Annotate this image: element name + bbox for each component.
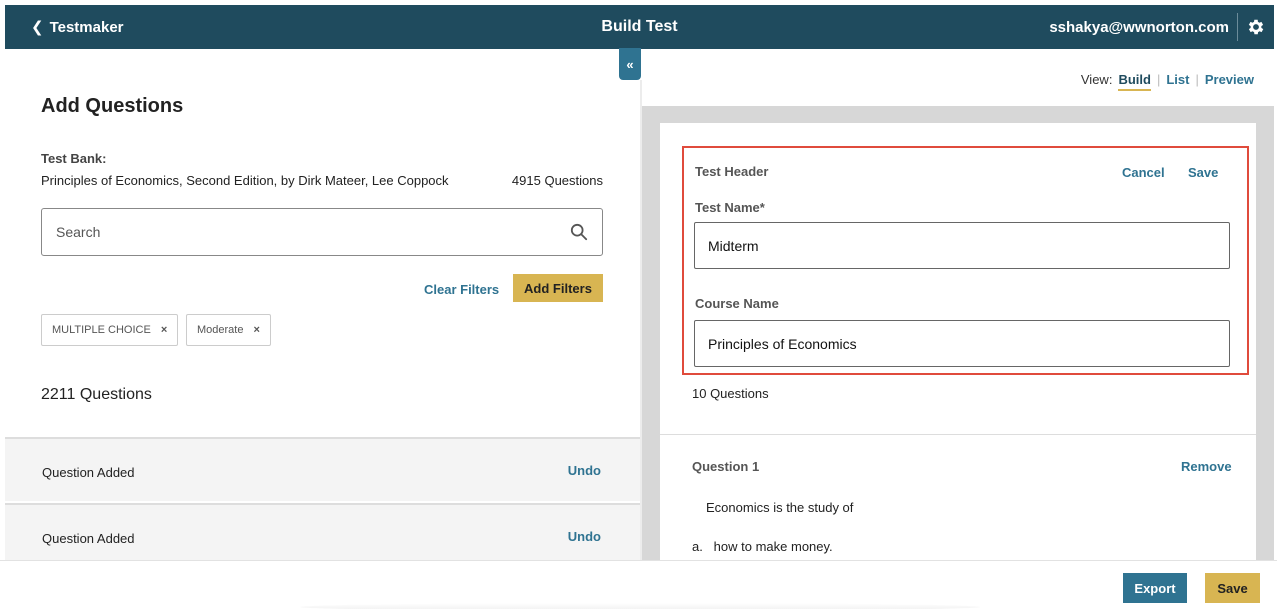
top-bar: ❮ Testmaker Build Test sshakya@wwnorton.… [5, 5, 1274, 49]
view-label: View: [1080, 72, 1113, 87]
filter-chip-label: Moderate [197, 324, 244, 336]
view-separator: | [1195, 72, 1199, 87]
view-list-tab[interactable]: List [1166, 72, 1189, 87]
add-filters-button[interactable]: Add Filters [513, 274, 603, 302]
add-questions-heading: Add Questions [41, 95, 184, 117]
course-name-field[interactable]: Principles of Economics [694, 320, 1230, 367]
back-label: Testmaker [49, 18, 124, 36]
test-bank-question-count: 4915 Questions [511, 173, 603, 188]
question-title: Question 1 [692, 459, 760, 474]
view-preview-tab[interactable]: Preview [1205, 72, 1254, 87]
close-icon[interactable]: × [161, 324, 167, 336]
test-header-title: Test Header [695, 164, 769, 179]
undo-link[interactable]: Undo [568, 463, 601, 478]
test-builder-panel: View: Build | List | Preview Test Header… [642, 49, 1274, 560]
test-bank-name: Principles of Economics, Second Edition,… [41, 173, 449, 188]
list-item: Question Added Undo [5, 437, 641, 501]
topbar-divider [1237, 13, 1238, 41]
remove-question-button[interactable]: Remove [1181, 459, 1232, 474]
export-button[interactable]: Export [1123, 573, 1187, 603]
filter-chip-multiple-choice: MULTIPLE CHOICE × [41, 314, 179, 346]
question-text: Economics is the study of [706, 500, 854, 515]
question-added-label: Question Added [42, 465, 135, 480]
footer-action-bar: Export Save [0, 560, 1277, 609]
view-separator: | [1156, 72, 1161, 87]
filter-chip-moderate: Moderate × [186, 314, 271, 346]
course-name-label: Course Name [695, 296, 779, 311]
back-to-testmaker-link[interactable]: ❮ Testmaker [31, 5, 124, 49]
test-card: Test Header Cancel Save Test Name* Midte… [660, 123, 1256, 560]
add-questions-panel: Add Questions Test Bank: Principles of E… [5, 49, 641, 560]
double-chevron-left-icon: « [626, 56, 634, 72]
view-switcher: View: Build | List | Preview [1081, 68, 1254, 91]
chevron-left-icon: ❮ [31, 19, 44, 36]
close-icon[interactable]: × [253, 324, 259, 336]
question-option-a: a. how to make money. [692, 539, 833, 554]
save-header-button[interactable]: Save [1188, 165, 1218, 180]
footer-shadow [300, 603, 980, 609]
filtered-question-count: 2211 Questions [41, 386, 152, 403]
cancel-button[interactable]: Cancel [1122, 165, 1165, 180]
section-divider [660, 434, 1256, 435]
test-question-count: 10 Questions [692, 386, 769, 401]
filter-chip-label: MULTIPLE CHOICE [52, 324, 151, 336]
clear-filters-link[interactable]: Clear Filters [424, 282, 499, 297]
search-input[interactable] [42, 209, 542, 255]
view-build-tab[interactable]: Build [1118, 72, 1151, 91]
test-name-field[interactable]: Midterm [694, 222, 1230, 269]
collapse-panel-button[interactable]: « [619, 48, 641, 80]
question-added-label: Question Added [42, 531, 135, 546]
save-button[interactable]: Save [1205, 573, 1260, 603]
undo-link[interactable]: Undo [568, 529, 601, 544]
search-icon[interactable] [570, 223, 588, 241]
test-name-label: Test Name* [695, 200, 765, 215]
search-box [41, 208, 603, 256]
test-header-editor: Test Header Cancel Save Test Name* Midte… [682, 146, 1249, 375]
test-bank-label: Test Bank: [41, 151, 107, 166]
user-account-menu[interactable]: sshakya@wwnorton.com [1049, 5, 1229, 49]
list-item: Question Added Undo [5, 503, 641, 560]
gear-icon[interactable] [1246, 17, 1266, 37]
